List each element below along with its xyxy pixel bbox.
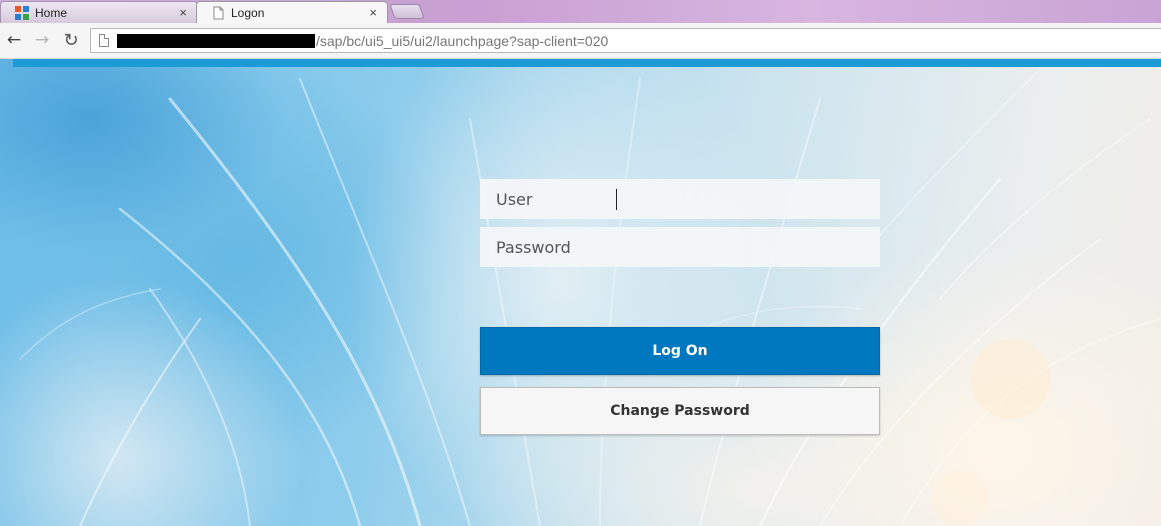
tab-logon[interactable]: Logon × bbox=[196, 1, 388, 23]
log-on-button[interactable]: Log On bbox=[480, 327, 880, 375]
address-url: /sap/bc/ui5_ui5/ui2/launchpage?sap-clien… bbox=[316, 32, 609, 49]
password-input[interactable] bbox=[480, 227, 880, 267]
reload-icon[interactable]: ↻ bbox=[61, 30, 81, 51]
browser-toolbar: ← → ↻ /sap/bc/ui5_ui5/ui2/launchpage?sap… bbox=[0, 23, 1161, 59]
browser-tab-strip: Home × Logon × bbox=[0, 0, 1161, 23]
tab-home-label: Home bbox=[35, 5, 68, 20]
page-info-icon bbox=[99, 34, 109, 47]
page-icon bbox=[211, 6, 225, 20]
back-arrow-icon[interactable]: ← bbox=[4, 30, 24, 50]
text-cursor bbox=[616, 189, 617, 210]
address-bar[interactable]: /sap/bc/ui5_ui5/ui2/launchpage?sap-clien… bbox=[90, 28, 1161, 53]
redacted-host bbox=[117, 33, 315, 48]
close-icon[interactable]: × bbox=[179, 5, 187, 20]
tab-home[interactable]: Home × bbox=[0, 1, 198, 23]
logon-page-background: Log On Change Password bbox=[0, 59, 1161, 526]
sap-grid-icon bbox=[15, 5, 29, 20]
user-input[interactable] bbox=[480, 179, 880, 219]
change-password-button[interactable]: Change Password bbox=[480, 387, 880, 435]
close-icon[interactable]: × bbox=[369, 5, 377, 20]
new-tab-button[interactable] bbox=[389, 4, 425, 19]
forward-arrow-icon[interactable]: → bbox=[32, 30, 52, 50]
top-accent-bar bbox=[13, 59, 1161, 67]
dandelion-background-image bbox=[19, 68, 1161, 526]
tab-logon-label: Logon bbox=[231, 5, 265, 20]
